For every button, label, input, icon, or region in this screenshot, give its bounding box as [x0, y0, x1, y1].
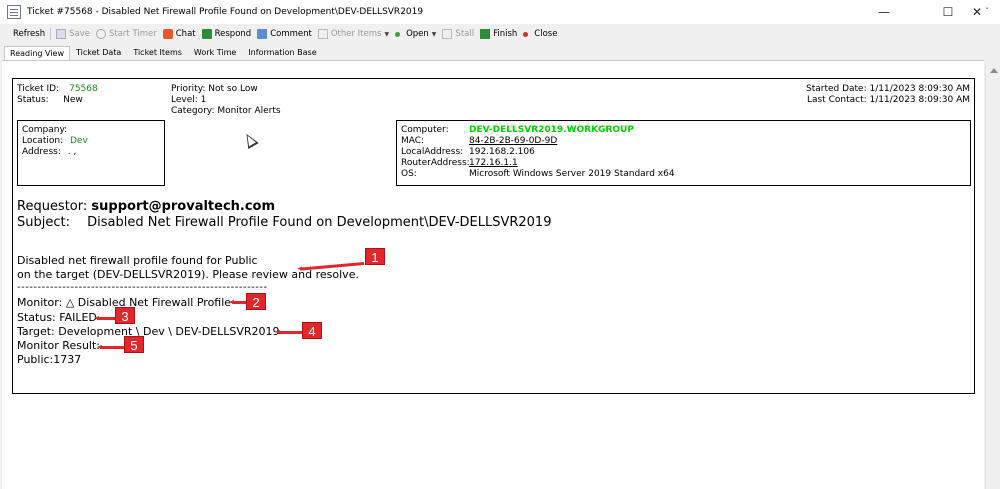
ticket-id: 75568	[69, 84, 98, 94]
chevron-down-icon: ▼	[384, 30, 390, 38]
other-items-icon	[317, 29, 328, 39]
ticket-id-status: Ticket ID: 75568 Status: New	[17, 84, 98, 105]
chat-icon	[162, 29, 173, 39]
message-line-2: on the target (DEV-DELLSVR2019). Please …	[17, 268, 359, 281]
requestor-email: support@provaltech.com	[91, 199, 276, 214]
refresh-label: Refresh	[13, 29, 46, 39]
finish-button[interactable]: Finish	[477, 26, 520, 42]
mac-address[interactable]: 84-2B-2B-69-0D-9D	[469, 136, 675, 147]
computer-name[interactable]: DEV-DELLSVR2019.WORKGROUP	[469, 125, 675, 136]
callout-pointer-3	[94, 316, 115, 320]
monitor-result-line: Monitor Result:	[17, 339, 101, 352]
callout-4: 4	[302, 322, 322, 339]
respond-button[interactable]: Respond	[199, 26, 255, 42]
scroll-up-arrow-icon[interactable]	[990, 68, 998, 73]
started-date: 1/11/2023 8:09:30 AM	[869, 84, 971, 94]
tab-reading-view[interactable]: Reading View	[4, 46, 70, 60]
callout-pointer-4	[275, 330, 302, 334]
ticket-category: Monitor Alerts	[217, 106, 281, 116]
comment-icon	[257, 29, 268, 39]
target-line: Target: Development \ Dev \ DEV-DELLSVR2…	[17, 325, 280, 338]
comment-button[interactable]: Comment	[254, 26, 315, 42]
tab-ticket-data[interactable]: Ticket Data	[70, 45, 127, 60]
callout-5: 5	[124, 336, 144, 353]
tab-ticket-items[interactable]: Ticket Items	[127, 45, 188, 60]
subject-text: Disabled Net Firewall Profile Found on D…	[87, 215, 552, 230]
company-box: Company: Location: Dev Address: . ,	[17, 120, 165, 186]
tab-work-time[interactable]: Work Time	[188, 45, 242, 60]
close-window-button[interactable]: ✕	[954, 0, 1000, 24]
window-title: Ticket #75568 - Disabled Net Firewall Pr…	[27, 7, 424, 17]
ticket-priority: Not so Low	[208, 84, 258, 94]
message-divider: ----------------------------------------…	[17, 282, 268, 293]
public-line: Public:1737	[17, 353, 82, 366]
tab-strip: Reading View Ticket Data Ticket Items Wo…	[4, 44, 323, 60]
finish-icon	[480, 29, 491, 39]
callout-3: 3	[115, 307, 135, 324]
chevron-down-icon: ▼	[431, 30, 437, 38]
minimize-button[interactable]: —	[861, 0, 907, 24]
address-value: . ,	[67, 147, 77, 157]
ticket-details-box: Ticket ID: 75568 Status: New Priority: N…	[12, 78, 975, 394]
ticket-dates-block: Started Date: 1/11/2023 8:09:30 AM Last …	[805, 84, 971, 105]
save-icon	[56, 29, 67, 39]
toolbar: Refresh Save Start Timer Chat Respond Co…	[0, 25, 1000, 43]
open-dropdown[interactable]: Open ▼	[392, 26, 439, 42]
ticket-app-icon	[7, 5, 21, 19]
callout-2: 2	[246, 293, 266, 310]
open-status-dot-icon	[395, 31, 401, 37]
start-timer-button[interactable]: Start Timer	[93, 26, 160, 42]
close-status-dot-icon	[523, 31, 529, 37]
stall-button[interactable]: Stall	[439, 26, 477, 42]
location-name: Dev	[69, 136, 88, 146]
last-contact-date: 1/11/2023 8:09:30 AM	[869, 95, 971, 105]
callout-1: 1	[365, 248, 385, 265]
callout-pointer-2	[229, 300, 246, 304]
vertical-scrollbar[interactable]	[985, 64, 1000, 489]
toolbar-overflow-chevron-icon[interactable]: ⌄	[984, 3, 990, 11]
timer-icon	[95, 29, 106, 39]
local-address: 192.168.2.106	[469, 147, 535, 157]
ticket-level: 1	[200, 95, 207, 105]
tab-information-base[interactable]: Information Base	[242, 45, 322, 60]
message-line-1: Disabled net firewall profile found for …	[17, 254, 258, 267]
refresh-button[interactable]: Refresh	[10, 26, 48, 42]
subject-line: Subject: Disabled Net Firewall Profile F…	[17, 215, 552, 230]
ticket-status: New	[63, 95, 83, 105]
computer-box: Computer: DEV-DELLSVR2019.WORKGROUP MAC:…	[396, 120, 971, 186]
save-button[interactable]: Save	[53, 26, 93, 42]
close-ticket-button[interactable]: Close	[520, 26, 560, 42]
ticket-priority-block: Priority: Not so Low Level: 1 Category: …	[171, 84, 281, 116]
respond-icon	[201, 29, 212, 39]
title-bar: Ticket #75568 - Disabled Net Firewall Pr…	[0, 0, 1000, 24]
status-line: Status: FAILED	[17, 311, 97, 324]
other-items-dropdown[interactable]: Other Items ▼	[315, 26, 392, 42]
router-address[interactable]: 172.16.1.1	[469, 158, 675, 169]
requestor-line: Requestor: support@provaltech.com	[17, 199, 276, 214]
toolbar-separator	[50, 28, 52, 40]
callout-pointer-5	[97, 345, 124, 349]
chat-button[interactable]: Chat	[160, 26, 199, 42]
stall-icon	[442, 29, 453, 39]
os-value: Microsoft Windows Server 2019 Standard x…	[469, 169, 675, 179]
